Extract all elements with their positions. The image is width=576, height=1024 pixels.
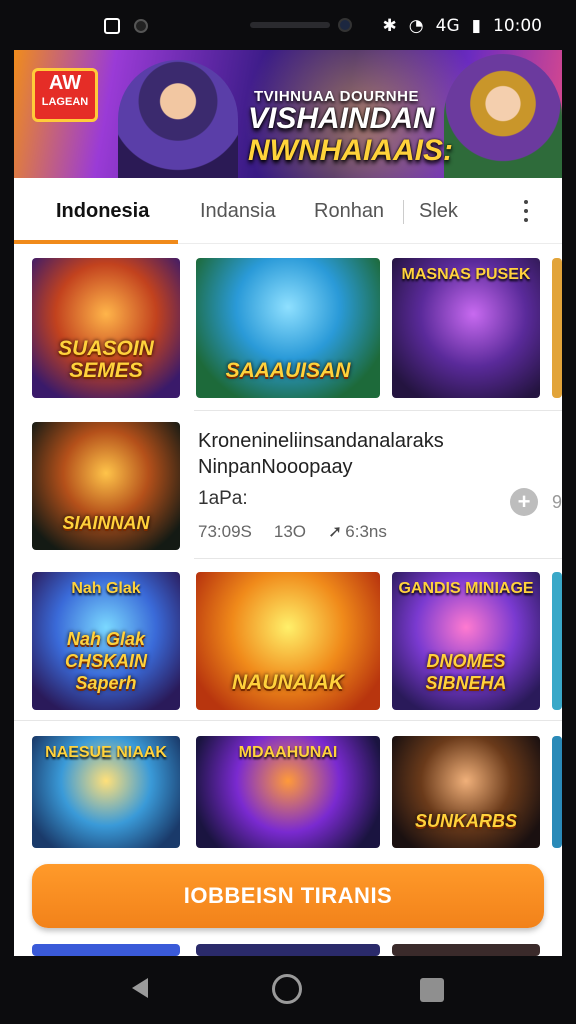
category-tabs: Indonesia Indansia Ronhan Slek [14,178,562,244]
bluetooth-icon: ✱ [382,16,397,36]
featured-game-stats: 73:09S 13O ➚ 6:3ns [198,522,387,542]
status-bar: ✱ ◔ 4G ▮ 10:00 [14,8,562,48]
tab-indansia[interactable]: Indansia [200,200,276,223]
game-tile-peek[interactable] [552,572,562,710]
banner-subtitle: NWNHAIAAIS: [248,134,453,167]
app-icon [104,18,120,34]
earpiece-speaker [250,22,330,28]
system-nav-bar [0,956,576,1024]
peek-icon: 9 [552,492,562,512]
game-tile-peek[interactable] [552,736,562,848]
more-options-icon[interactable] [522,200,530,222]
featured-game-label: 1aPa: [198,488,248,509]
row-divider [194,410,562,411]
game-tile[interactable]: NAUNAIAK [196,572,380,710]
add-button[interactable]: + [510,488,538,516]
game-tile-peek[interactable] [552,258,562,398]
game-tile[interactable]: SUASOIN SEMES [32,258,180,398]
active-tab-indicator [14,240,178,244]
game-tile[interactable]: SUNKARBS [392,736,540,848]
network-label: 4G [435,16,460,36]
hero-character-left [118,60,238,178]
share-icon: ➚ [328,522,343,541]
game-tile[interactable]: MDAAHUNAI [196,736,380,848]
primary-cta-button[interactable]: IOBBEISN TIRANIS [32,864,544,928]
home-icon[interactable] [272,974,302,1004]
game-tile[interactable]: SAAAUISAN [196,258,380,398]
featured-game-title[interactable]: Kronenineliinsandanalaraks [198,430,444,453]
row-divider [194,558,562,559]
game-tile[interactable]: NAESUE NIAAK [32,736,180,848]
camera-icon [134,19,148,33]
battery-icon: ▮ [471,16,481,36]
game-tile-peek [32,944,180,956]
game-tile[interactable]: GANDIS MINIAGE DNOMES SIBNEHA [392,572,540,710]
featured-game-tile[interactable]: SIAINNAN [32,422,180,550]
hero-character-right [444,54,562,178]
tab-divider [403,200,404,224]
phone-frame: ✱ ◔ 4G ▮ 10:00 AW LAGEAN TVIHNUAA DOURNH… [0,0,576,1024]
front-camera [338,18,352,32]
promo-banner[interactable]: AW LAGEAN TVIHNUAA DOURNHE VISHAINDAN NW… [14,50,562,178]
tab-slek[interactable]: Slek [419,200,458,223]
game-tile-peek [196,944,380,956]
game-tile[interactable]: MASNAS PUSEK [392,258,540,398]
recents-icon[interactable] [420,978,444,1002]
tab-indonesia[interactable]: Indonesia [56,200,149,223]
stat-count: 13O [273,522,307,541]
stat-duration: 73:09S [198,522,252,541]
game-tile-peek [392,944,540,956]
tab-ronhan[interactable]: Ronhan [314,200,384,223]
featured-game-subtitle: NinpanNooopaay [198,456,353,478]
row-divider [14,720,562,721]
clock: 10:00 [493,16,542,36]
app-screen: AW LAGEAN TVIHNUAA DOURNHE VISHAINDAN NW… [14,50,562,956]
banner-title: VISHAINDAN [248,102,435,135]
wifi-icon: ◔ [408,16,424,36]
back-icon[interactable] [132,978,148,998]
game-tile[interactable]: Nah Glak Nah Glak CHSKAIN Saperh [32,572,180,710]
stat-shares: ➚ 6:3ns [328,522,387,541]
brand-logo[interactable]: AW LAGEAN [32,68,98,122]
